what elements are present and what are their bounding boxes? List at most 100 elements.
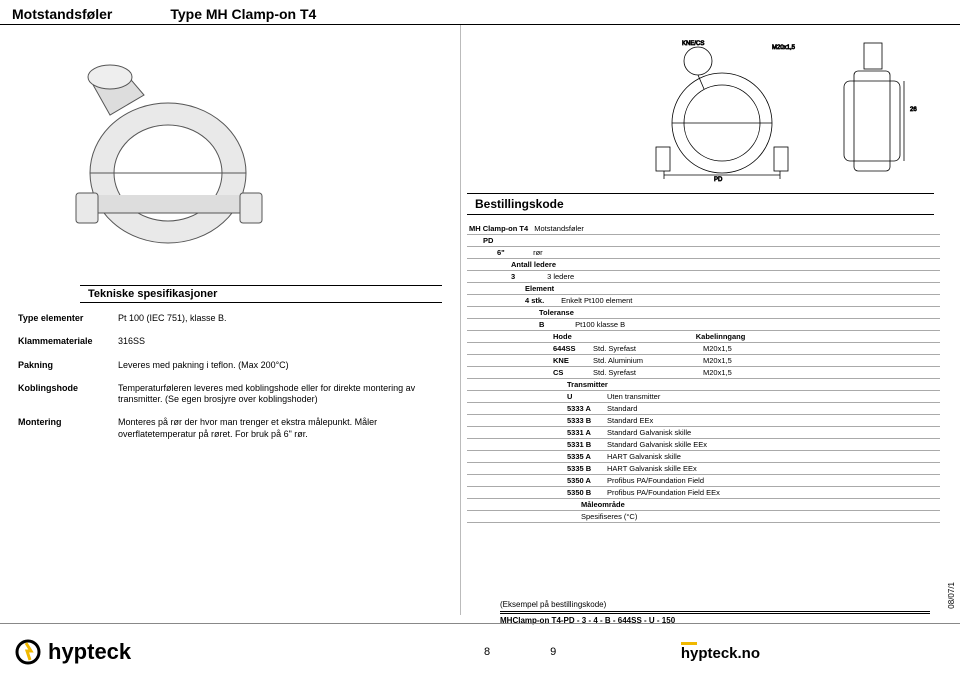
tree-text: Uten transmitter	[605, 391, 940, 402]
tree-code: 5350 A	[565, 475, 605, 486]
tree-section: Toleranse	[537, 307, 576, 318]
page-header: Motstandsføler Type MH Clamp-on T4	[0, 0, 960, 25]
tree-section: Hode	[551, 331, 574, 342]
tree-code: 5331 A	[565, 427, 605, 438]
logo-icon	[14, 638, 42, 666]
spec-row: Montering Monteres på rør der hvor man t…	[18, 417, 450, 440]
spec-row: Koblingshode Temperaturføleren leveres m…	[18, 383, 450, 406]
spec-label: Montering	[18, 417, 118, 440]
tree-code: 5335 A	[565, 451, 605, 462]
tree-text: HART Galvanisk skille EEx	[605, 463, 940, 474]
tree-row: 5335 BHART Galvanisk skille EEx	[467, 463, 940, 475]
page-footer: hypteck 8 9 hypteck.no	[0, 623, 960, 679]
tree-code: B	[537, 319, 571, 330]
tree-row: Spesifiseres (°C)	[467, 511, 940, 523]
tree-header: Antall ledere	[467, 259, 940, 271]
tree-header: Måleområde	[467, 499, 940, 511]
tree-row: CSStd. SyrefastM20x1,5	[467, 367, 940, 379]
page-number-right: 9	[520, 646, 586, 658]
dim-label: M20x1,5	[772, 45, 796, 51]
spec-value: Pt 100 (IEC 751), klasse B.	[118, 313, 450, 324]
tree-text: Enkelt Pt100 element	[559, 295, 634, 306]
tree-header: Transmitter	[467, 379, 940, 391]
tree-text: M20x1,5	[701, 355, 761, 366]
tree-code: U	[565, 391, 605, 402]
tree-row: 5333 AStandard	[467, 403, 940, 415]
tree-header: Hode Kabelinngang	[467, 331, 940, 343]
tree-code: CS	[551, 367, 591, 378]
tree-code: 5333 A	[565, 403, 605, 414]
tree-text: Standard Galvanisk skille EEx	[605, 439, 940, 450]
spec-row: Type elementer Pt 100 (IEC 751), klasse …	[18, 313, 450, 324]
specs-table: Type elementer Pt 100 (IEC 751), klasse …	[18, 313, 450, 440]
tree-row: 5333 BStandard EEx	[467, 415, 940, 427]
tree-code: KNE	[551, 355, 591, 366]
tree-row: 5350 AProfibus PA/Foundation Field	[467, 475, 940, 487]
tree-text: Pt100 klasse B	[573, 319, 627, 330]
tree-row: 5331 AStandard Galvanisk skille	[467, 427, 940, 439]
tree-text: Standard	[605, 403, 940, 414]
product-drawing-iso	[40, 45, 300, 265]
tree-section: Antall ledere	[509, 259, 558, 270]
right-column: KNE/CS M20x1,5 PD 26 Bestillingskod	[460, 25, 950, 615]
order-example: (Eksempel på bestillingskode) MHClamp-on…	[500, 600, 930, 625]
page-number-left: 8	[454, 646, 520, 658]
tree-text: Spesifiseres (°C)	[579, 511, 639, 522]
order-heading: Bestillingskode	[467, 193, 934, 215]
tree-row: 5331 BStandard Galvanisk skille EEx	[467, 439, 940, 451]
tree-row: 4 stk. Enkelt Pt100 element	[467, 295, 940, 307]
spec-value: 316SS	[118, 336, 450, 347]
dim-label: 26	[910, 107, 917, 113]
tree-row: MH Clamp-on T4 Motstandsføler	[467, 223, 940, 235]
tree-row: UUten transmitter	[467, 391, 940, 403]
tree-text: rør	[531, 247, 545, 258]
tree-section: Element	[523, 283, 556, 294]
tree-text: 3 ledere	[545, 271, 576, 282]
tree-code: 5333 B	[565, 415, 605, 426]
left-column: Tekniske spesifikasjoner Type elementer …	[0, 25, 460, 615]
tree-header: Toleranse	[467, 307, 940, 319]
tree-code: 5350 B	[565, 487, 605, 498]
spec-label: Klammemateriale	[18, 336, 118, 347]
tree-text: Std. Aluminium	[591, 355, 701, 366]
spec-value: Leveres med pakning i teflon. (Max 200°C…	[118, 360, 450, 371]
tree-code: MH Clamp-on T4	[467, 223, 530, 234]
spec-label: Koblingshode	[18, 383, 118, 406]
spec-value: Temperaturføleren leveres med koblingsho…	[118, 383, 450, 406]
tree-row: 6" rør	[467, 247, 940, 259]
tree-code: 4 stk.	[523, 295, 557, 306]
example-label: (Eksempel på bestillingskode)	[500, 600, 930, 612]
product-drawing-outline: KNE/CS M20x1,5 PD 26	[642, 35, 934, 185]
site-text: hypteck.no	[681, 645, 760, 662]
tree-code: 3	[509, 271, 543, 282]
tree-row: B Pt100 klasse B	[467, 319, 940, 331]
clamp-iso-svg	[40, 45, 300, 265]
tree-code: 6"	[495, 247, 529, 258]
type-title: Type MH Clamp-on T4	[170, 6, 316, 22]
tree-code: 644SS	[551, 343, 591, 354]
clamp-side-svg: 26	[814, 35, 934, 185]
spec-row: Klammemateriale 316SS	[18, 336, 450, 347]
tree-text: Std. Syrefast	[591, 343, 701, 354]
spec-value: Monteres på rør der hvor man trenger et …	[118, 417, 450, 440]
tree-row: 5335 AHART Galvanisk skille	[467, 451, 940, 463]
tree-row: 5350 BProfibus PA/Foundation Field EEx	[467, 487, 940, 499]
spec-row: Pakning Leveres med pakning i teflon. (M…	[18, 360, 450, 371]
tree-section: Måleområde	[579, 499, 627, 510]
tree-text: M20x1,5	[701, 343, 761, 354]
tree-text: Standard EEx	[605, 415, 940, 426]
tree-row: 644SSStd. SyrefastM20x1,5	[467, 343, 940, 355]
tree-section: Transmitter	[565, 379, 610, 390]
spec-label: Pakning	[18, 360, 118, 371]
tree-code: 5335 B	[565, 463, 605, 474]
tree-text: Motstandsføler	[532, 223, 586, 234]
dim-label: KNE/CS	[682, 41, 704, 47]
tree-row: PD	[467, 235, 940, 247]
doc-revision: 08/07/1	[947, 582, 956, 609]
brand-name: hypteck	[48, 639, 131, 665]
tree-text: M20x1,5	[701, 367, 761, 378]
brand-site: hypteck.no	[681, 642, 760, 662]
tree-code: 5331 B	[565, 439, 605, 450]
tree-row: 3 3 ledere	[467, 271, 940, 283]
specs-heading: Tekniske spesifikasjoner	[80, 285, 442, 303]
